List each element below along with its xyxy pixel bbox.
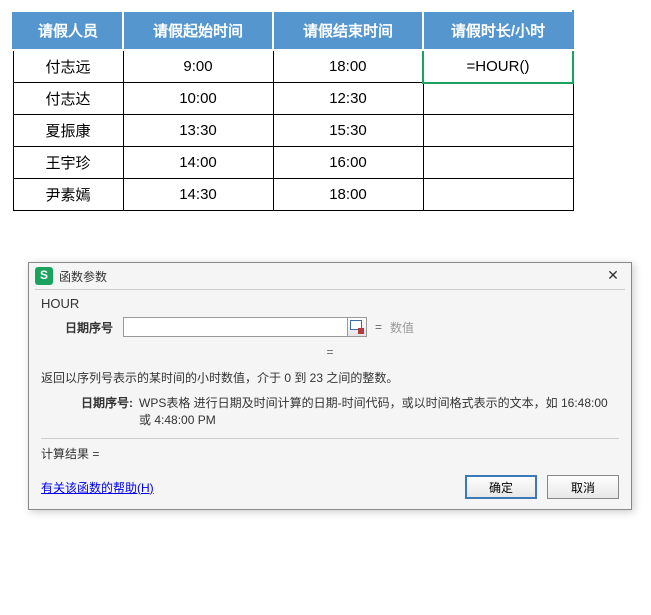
cell-duration-active[interactable]: =HOUR()	[423, 50, 573, 83]
result-equals: =	[41, 345, 619, 359]
header-duration: 请假时长/小时	[423, 11, 573, 50]
calc-result-label: 计算结果 =	[41, 447, 99, 461]
wps-app-icon	[35, 267, 53, 285]
param-label: 日期序号	[65, 319, 123, 336]
cell-start[interactable]: 14:30	[123, 179, 273, 211]
header-end: 请假结束时间	[273, 11, 423, 50]
cell-name[interactable]: 尹素嫣	[13, 179, 123, 211]
cell-duration[interactable]	[423, 147, 573, 179]
cell-end[interactable]: 16:00	[273, 147, 423, 179]
table-row: 尹素嫣 14:30 18:00	[13, 179, 573, 211]
cell-end[interactable]: 18:00	[273, 179, 423, 211]
cell-duration[interactable]	[423, 179, 573, 211]
header-start: 请假起始时间	[123, 11, 273, 50]
param-desc-text: WPS表格 进行日期及时间计算的日期-时间代码，或以时间格式表示的文本，如 16…	[139, 394, 619, 428]
cell-end[interactable]: 18:00	[273, 50, 423, 83]
equals-sign: =	[375, 320, 382, 334]
cell-name[interactable]: 付志远	[13, 50, 123, 83]
dialog-title: 函数参数	[59, 268, 107, 285]
range-selector-icon[interactable]	[347, 317, 367, 337]
cell-name[interactable]: 王宇珍	[13, 147, 123, 179]
cell-duration[interactable]	[423, 115, 573, 147]
function-name: HOUR	[41, 296, 619, 311]
help-link[interactable]: 有关该函数的帮助(H)	[41, 479, 154, 496]
cell-start[interactable]: 13:30	[123, 115, 273, 147]
cell-name[interactable]: 付志达	[13, 83, 123, 115]
cell-name[interactable]: 夏振康	[13, 115, 123, 147]
leave-table: 请假人员 请假起始时间 请假结束时间 请假时长/小时 付志远 9:00 18:0…	[12, 10, 574, 211]
cell-start[interactable]: 14:00	[123, 147, 273, 179]
param-desc-label: 日期序号:	[81, 394, 133, 428]
param-evaluated-value: 数值	[390, 319, 414, 336]
cell-start[interactable]: 9:00	[123, 50, 273, 83]
function-arguments-dialog: 函数参数 ✕ HOUR 日期序号 = 数值 = 返回以序列号表示的某时间的小时数…	[28, 262, 632, 510]
cell-duration[interactable]	[423, 83, 573, 115]
ok-button[interactable]: 确定	[465, 475, 537, 499]
table-row: 王宇珍 14:00 16:00	[13, 147, 573, 179]
table-row: 付志达 10:00 12:30	[13, 83, 573, 115]
table-row: 夏振康 13:30 15:30	[13, 115, 573, 147]
dialog-titlebar[interactable]: 函数参数 ✕	[29, 263, 631, 289]
header-person: 请假人员	[13, 11, 123, 50]
function-description: 返回以序列号表示的某时间的小时数值，介于 0 到 23 之间的整数。	[41, 369, 619, 386]
cell-start[interactable]: 10:00	[123, 83, 273, 115]
param-input[interactable]	[123, 317, 348, 337]
table-row: 付志远 9:00 18:00 =HOUR()	[13, 50, 573, 83]
cancel-button[interactable]: 取消	[547, 475, 619, 499]
close-icon[interactable]: ✕	[601, 267, 625, 285]
cell-end[interactable]: 15:30	[273, 115, 423, 147]
cell-end[interactable]: 12:30	[273, 83, 423, 115]
